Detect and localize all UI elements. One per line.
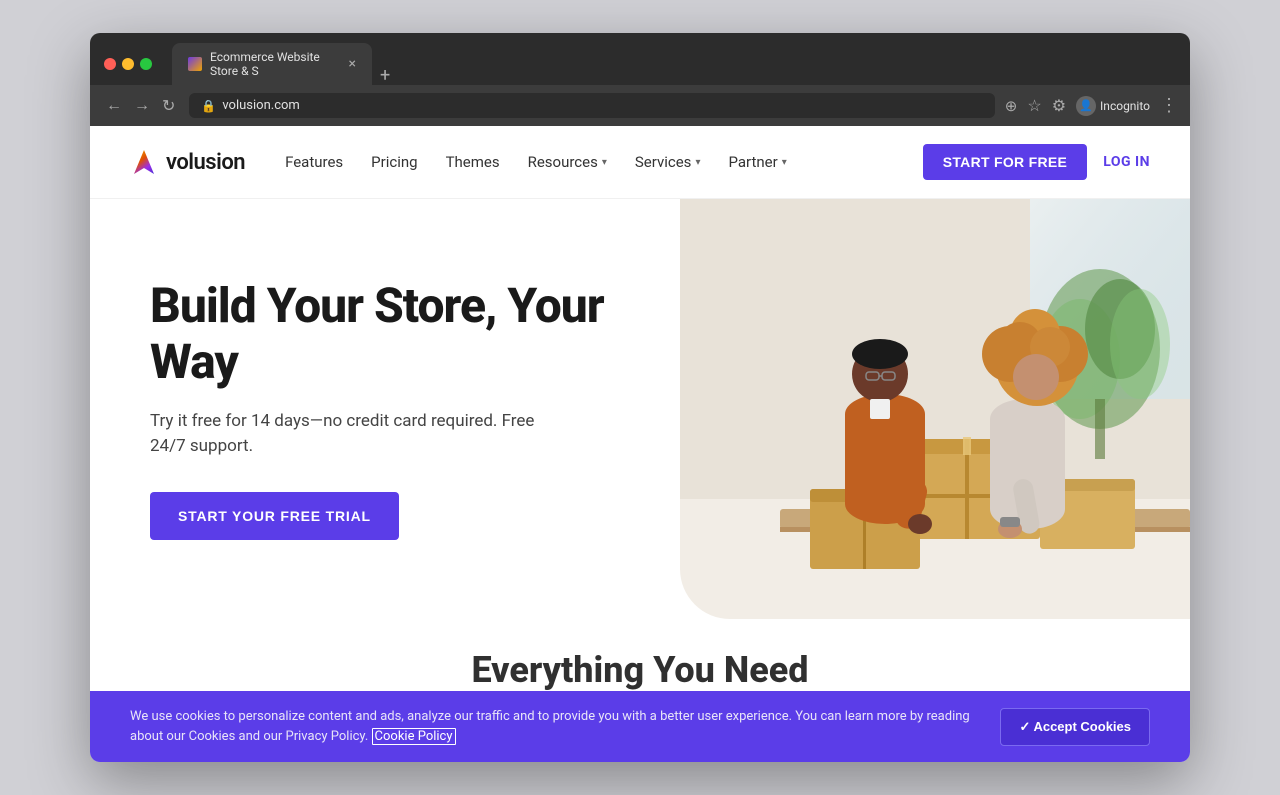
- maximize-button[interactable]: [140, 58, 152, 70]
- hero-illustration: [680, 199, 1190, 619]
- profile-button[interactable]: 👤 Incognito: [1076, 96, 1150, 116]
- back-button[interactable]: ←: [102, 94, 126, 118]
- nav-pricing[interactable]: Pricing: [371, 153, 417, 171]
- logo-text: volusion: [166, 150, 245, 175]
- login-button[interactable]: LOG IN: [1103, 154, 1150, 170]
- new-tab-button[interactable]: +: [372, 67, 398, 85]
- everything-section: Everything You Need: [90, 619, 1190, 691]
- traffic-lights: [104, 58, 152, 70]
- volusion-logo-icon: [130, 148, 158, 176]
- address-bar[interactable]: 🔒 volusion.com: [189, 93, 994, 118]
- lock-icon: 🔒: [201, 99, 216, 113]
- hero-title: Build Your Store, Your Way: [150, 278, 640, 388]
- minimize-button[interactable]: [122, 58, 134, 70]
- nav-buttons: ← → ↻: [102, 94, 179, 118]
- site-nav: volusion Features Pricing Themes Resourc…: [90, 126, 1190, 199]
- start-for-free-button[interactable]: START FOR FREE: [923, 144, 1088, 180]
- resources-chevron-icon: ▾: [602, 157, 607, 168]
- nav-features[interactable]: Features: [285, 153, 343, 171]
- hero-image: [680, 199, 1190, 619]
- logo-area[interactable]: volusion: [130, 148, 245, 176]
- forward-button[interactable]: →: [130, 94, 154, 118]
- cast-icon: ⊕: [1005, 97, 1018, 115]
- hero-content: Build Your Store, Your Way Try it free f…: [90, 199, 680, 619]
- bookmark-icon[interactable]: ☆: [1027, 96, 1041, 115]
- cookie-policy-link[interactable]: Cookie Policy: [372, 728, 456, 745]
- extensions-icon[interactable]: ⚙: [1052, 96, 1066, 115]
- tab-favicon: [188, 57, 202, 71]
- tab-close-button[interactable]: ×: [349, 57, 356, 71]
- browser-toolbar: ← → ↻ 🔒 volusion.com ⊕ ☆ ⚙ 👤 Incognito ⋮: [90, 85, 1190, 126]
- website-content: volusion Features Pricing Themes Resourc…: [90, 126, 1190, 762]
- nav-services[interactable]: Services ▾: [635, 153, 701, 171]
- cookie-text: We use cookies to personalize content an…: [130, 707, 980, 746]
- nav-resources[interactable]: Resources ▾: [528, 153, 607, 171]
- incognito-icon: 👤: [1076, 96, 1096, 116]
- browser-tab-active[interactable]: Ecommerce Website Store & S ×: [172, 43, 372, 85]
- partner-chevron-icon: ▾: [782, 157, 787, 168]
- everything-title: Everything You Need: [130, 649, 1150, 691]
- cookie-banner: We use cookies to personalize content an…: [90, 691, 1190, 762]
- url-text: volusion.com: [222, 98, 299, 113]
- reload-button[interactable]: ↻: [158, 94, 179, 118]
- close-button[interactable]: [104, 58, 116, 70]
- nav-partner[interactable]: Partner ▾: [728, 153, 786, 171]
- hero-section: Build Your Store, Your Way Try it free f…: [90, 199, 1190, 619]
- browser-window: Ecommerce Website Store & S × + ← → ↻ 🔒 …: [90, 33, 1190, 762]
- accept-cookies-button[interactable]: ✓ Accept Cookies: [1000, 708, 1150, 746]
- browser-chrome: Ecommerce Website Store & S × + ← → ↻ 🔒 …: [90, 33, 1190, 126]
- nav-links: Features Pricing Themes Resources ▾ Serv…: [285, 153, 923, 171]
- toolbar-actions: ⊕ ☆ ⚙ 👤 Incognito ⋮: [1005, 95, 1178, 116]
- nav-themes[interactable]: Themes: [446, 153, 500, 171]
- incognito-label: Incognito: [1100, 99, 1150, 113]
- menu-icon[interactable]: ⋮: [1160, 95, 1178, 116]
- services-chevron-icon: ▾: [695, 157, 700, 168]
- browser-tabs: Ecommerce Website Store & S × +: [172, 43, 1176, 85]
- nav-cta-area: START FOR FREE LOG IN: [923, 144, 1150, 180]
- free-trial-button[interactable]: START YOUR FREE TRIAL: [150, 492, 399, 540]
- browser-titlebar: Ecommerce Website Store & S × +: [90, 33, 1190, 85]
- hero-subtitle: Try it free for 14 days—no credit card r…: [150, 409, 550, 460]
- tab-title: Ecommerce Website Store & S: [210, 50, 341, 78]
